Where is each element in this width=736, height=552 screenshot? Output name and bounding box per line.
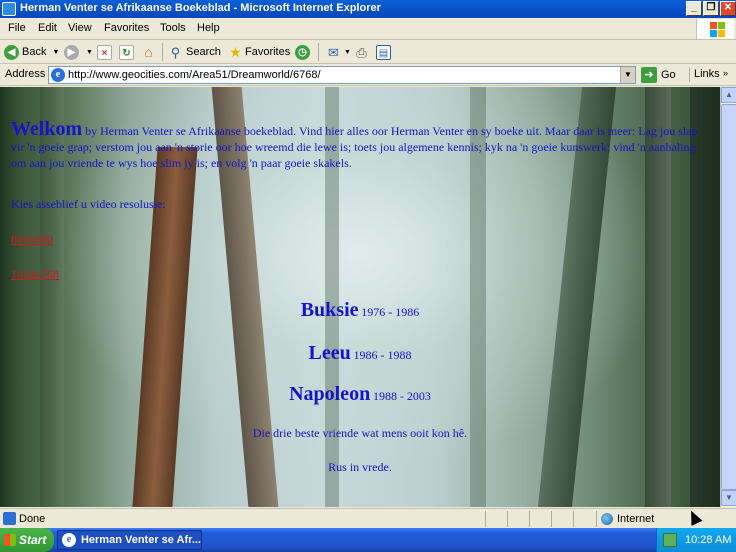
maximize-button[interactable]: ❐ xyxy=(703,1,719,16)
windows-logo-icon xyxy=(696,19,734,39)
back-label: Back xyxy=(22,46,47,58)
window-title: Herman Venter se Afrikaanse Boekeblad - … xyxy=(20,2,381,14)
minimize-button[interactable]: _ xyxy=(686,1,702,16)
ie-icon: e xyxy=(62,533,76,547)
address-label: Address xyxy=(5,68,46,80)
toolbar-separator xyxy=(162,43,163,61)
vertical-scrollbar[interactable]: ▲ ▼ xyxy=(720,87,736,507)
toolbar-separator xyxy=(318,43,319,61)
mail-button[interactable]: ✉ ▼ xyxy=(326,43,351,61)
taskbar-ie-window-button[interactable]: e Herman Venter se Afr... xyxy=(57,530,202,550)
internet-globe-icon xyxy=(601,513,613,525)
print-button[interactable]: ⎙ xyxy=(354,43,369,61)
pet-entry-napoleon: Napoleon 1988 - 2003 xyxy=(0,383,720,406)
favorites-label: Favorites xyxy=(245,46,291,58)
address-dropdown-icon[interactable]: ▼ xyxy=(620,67,635,83)
task-label: Herman Venter se Afr... xyxy=(80,534,201,546)
menu-edit[interactable]: Edit xyxy=(38,22,57,34)
page-viewport: Welkom by Herman Venter se Afrikaanse bo… xyxy=(0,87,720,507)
address-input[interactable]: e http://www.geocities.com/Area51/Dreamw… xyxy=(48,66,636,84)
clock[interactable]: 10:28 AM xyxy=(685,534,731,546)
link-800x600[interactable]: 800x600 xyxy=(11,232,53,247)
close-button[interactable]: ✕ xyxy=(720,1,736,16)
welcome-heading: Welkom xyxy=(11,118,83,140)
go-arrow-icon: ➜ xyxy=(641,67,657,83)
link-1024x768[interactable]: 1024x768 xyxy=(11,267,59,282)
pet-name: Buksie xyxy=(300,299,359,321)
title-bar: Herman Venter se Afrikaanse Boekeblad - … xyxy=(0,0,736,18)
page-icon: e xyxy=(51,68,65,82)
windows-flag-icon xyxy=(4,534,16,546)
scroll-up-icon[interactable]: ▲ xyxy=(721,87,736,103)
pet-years: 1976 - 1986 xyxy=(361,305,420,319)
ie-app-icon[interactable] xyxy=(2,2,16,16)
go-button[interactable]: ➜ Go xyxy=(641,67,676,83)
mail-icon: ✉ xyxy=(328,44,339,60)
zone-text: Internet xyxy=(617,513,655,525)
refresh-icon: ↻ xyxy=(119,44,134,60)
favorites-button[interactable]: ★ Favorites xyxy=(228,43,290,61)
refresh-button[interactable]: ↻ xyxy=(119,43,134,61)
pet-entry-buksie: Buksie 1976 - 1986 xyxy=(0,299,720,322)
menu-file[interactable]: File xyxy=(8,22,26,34)
status-bar: Done Internet xyxy=(0,508,736,528)
network-tray-icon[interactable] xyxy=(663,533,677,547)
status-cell xyxy=(573,511,595,527)
menu-bar: File Edit View Favorites Tools Help xyxy=(0,18,736,40)
edit-button[interactable]: ▤ xyxy=(376,43,391,61)
menu-view[interactable]: View xyxy=(68,22,92,34)
menu-help[interactable]: Help xyxy=(197,22,220,34)
intro-paragraph: Welkom by Herman Venter se Afrikaanse bo… xyxy=(11,118,711,171)
home-icon: ⌂ xyxy=(144,43,153,60)
page-content: Welkom by Herman Venter se Afrikaanse bo… xyxy=(0,87,720,507)
go-label: Go xyxy=(661,69,676,81)
rest-in-peace-text: Rus in vrede. xyxy=(328,460,392,474)
start-button[interactable]: Start xyxy=(0,528,54,552)
tagline: Die drie beste vriende wat mens ooit kon… xyxy=(252,426,468,440)
taskbar: Start e Herman Venter se Afr... 10:28 AM xyxy=(0,528,736,552)
history-button[interactable]: ◷ xyxy=(295,43,313,61)
favorites-star-icon: ★ xyxy=(229,43,242,60)
history-icon: ◷ xyxy=(295,44,310,60)
page-done-icon xyxy=(3,512,16,525)
scroll-down-icon[interactable]: ▼ xyxy=(721,490,736,506)
search-label: Search xyxy=(186,46,221,58)
forward-arrow-icon: ▶ xyxy=(64,44,79,60)
back-arrow-icon: ◀ xyxy=(4,44,19,60)
links-button[interactable]: Links xyxy=(689,68,720,82)
mail-dropdown-icon[interactable]: ▼ xyxy=(344,49,351,56)
pet-name: Leeu xyxy=(308,342,351,364)
intro-text: by Herman Venter se Afrikaanse boekeblad… xyxy=(11,124,698,170)
standard-toolbar: ◀ Back ▼ ▶ ▼ × ↻ ⌂ ⚲ Search ★ Favorites … xyxy=(0,40,736,64)
menu-favorites[interactable]: Favorites xyxy=(104,22,149,34)
scrollbar-thumb[interactable] xyxy=(721,104,736,490)
home-button[interactable]: ⌂ xyxy=(141,43,156,61)
search-button[interactable]: ⚲ Search xyxy=(168,43,221,61)
status-cell xyxy=(551,511,573,527)
search-icon: ⚲ xyxy=(170,44,181,60)
pet-years: 1988 - 2003 xyxy=(372,389,431,403)
links-chevron-icon[interactable]: » xyxy=(723,68,728,78)
start-label: Start xyxy=(19,533,47,547)
system-tray: 10:28 AM xyxy=(656,528,736,552)
pet-name: Napoleon xyxy=(289,383,371,405)
address-bar: Address e http://www.geocities.com/Area5… xyxy=(0,64,736,86)
stop-button[interactable]: × xyxy=(97,43,112,61)
resolution-prompt: Kies asseblief u video resolusie: xyxy=(11,197,166,211)
status-cell xyxy=(507,511,529,527)
print-icon: ⎙ xyxy=(356,44,367,60)
forward-dropdown-icon[interactable]: ▼ xyxy=(86,49,93,56)
back-dropdown-icon[interactable]: ▼ xyxy=(52,49,59,56)
forward-button[interactable]: ▶ ▼ xyxy=(64,43,93,61)
pet-years: 1986 - 1988 xyxy=(353,348,412,362)
status-cell xyxy=(485,511,507,527)
back-button[interactable]: ◀ Back ▼ xyxy=(4,43,59,61)
menu-tools[interactable]: Tools xyxy=(160,22,186,34)
status-text: Done xyxy=(19,513,46,525)
edit-page-icon: ▤ xyxy=(376,44,391,60)
address-url[interactable]: http://www.geocities.com/Area51/Dreamwor… xyxy=(68,69,321,81)
stop-icon: × xyxy=(97,44,112,60)
status-cell xyxy=(529,511,551,527)
pet-entry-leeu: Leeu 1986 - 1988 xyxy=(0,342,720,365)
